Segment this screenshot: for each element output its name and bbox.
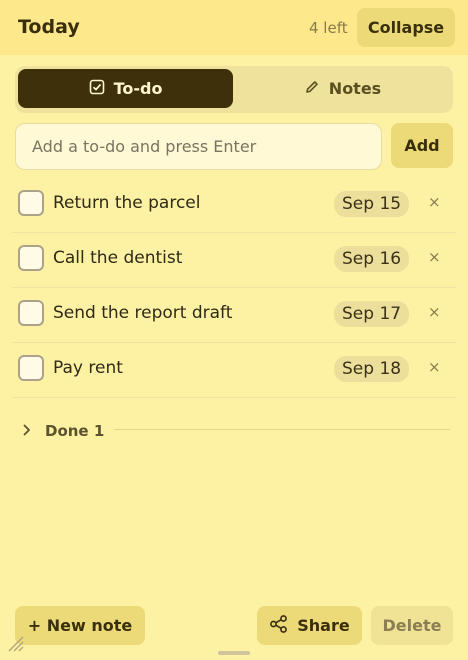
remove-icon[interactable]: × <box>428 248 441 266</box>
done-section-label: Done 1 <box>45 422 105 440</box>
todo-text: Call the dentist <box>53 248 183 268</box>
checkbox-icon <box>89 79 114 99</box>
share-button[interactable]: Share <box>257 606 362 645</box>
resize-grip-icon[interactable] <box>6 634 26 658</box>
todo-checkbox[interactable] <box>18 245 44 271</box>
share-icon <box>269 614 297 638</box>
todo-list: Return the parcel Sep 15 × Call the dent… <box>12 178 456 398</box>
tab-todo[interactable]: To-do <box>18 69 233 108</box>
share-label: Share <box>297 616 350 635</box>
note-header: Today 4 left Collapse <box>0 0 468 55</box>
view-tabs: To-do Notes <box>15 66 453 113</box>
todo-row: Pay rent Sep 18 × <box>12 343 456 398</box>
chevron-right-icon <box>22 422 32 441</box>
tab-todo-label: To-do <box>113 79 163 98</box>
due-date-badge: Sep 16 <box>334 246 410 272</box>
todo-text: Return the parcel <box>53 193 201 213</box>
done-section-toggle[interactable]: Done 1 <box>22 420 452 444</box>
todo-row: Return the parcel Sep 15 × <box>12 178 456 233</box>
tab-notes-label: Notes <box>328 79 382 98</box>
remove-icon[interactable]: × <box>428 303 441 321</box>
divider <box>114 429 450 430</box>
new-note-button[interactable]: + New note <box>15 606 145 645</box>
todo-text: Send the report draft <box>53 303 233 323</box>
due-date-badge: Sep 17 <box>334 301 410 327</box>
remaining-count: 4 left <box>309 19 348 37</box>
remove-icon[interactable]: × <box>428 193 441 211</box>
note-title: Today <box>18 16 80 38</box>
add-button[interactable]: Add <box>391 123 453 168</box>
pencil-icon <box>304 79 329 99</box>
todo-text: Pay rent <box>53 358 123 378</box>
todo-row: Send the report draft Sep 17 × <box>12 288 456 343</box>
todo-checkbox[interactable] <box>18 300 44 326</box>
tab-notes[interactable]: Notes <box>235 69 450 108</box>
new-todo-input[interactable] <box>15 123 382 170</box>
todo-checkbox[interactable] <box>18 355 44 381</box>
todo-checkbox[interactable] <box>18 190 44 216</box>
collapse-button[interactable]: Collapse <box>357 8 455 47</box>
delete-button[interactable]: Delete <box>371 606 453 645</box>
todo-row: Call the dentist Sep 16 × <box>12 233 456 288</box>
drag-handle[interactable] <box>218 651 250 655</box>
remove-icon[interactable]: × <box>428 358 441 376</box>
due-date-badge: Sep 18 <box>334 356 410 382</box>
due-date-badge: Sep 15 <box>334 191 410 217</box>
